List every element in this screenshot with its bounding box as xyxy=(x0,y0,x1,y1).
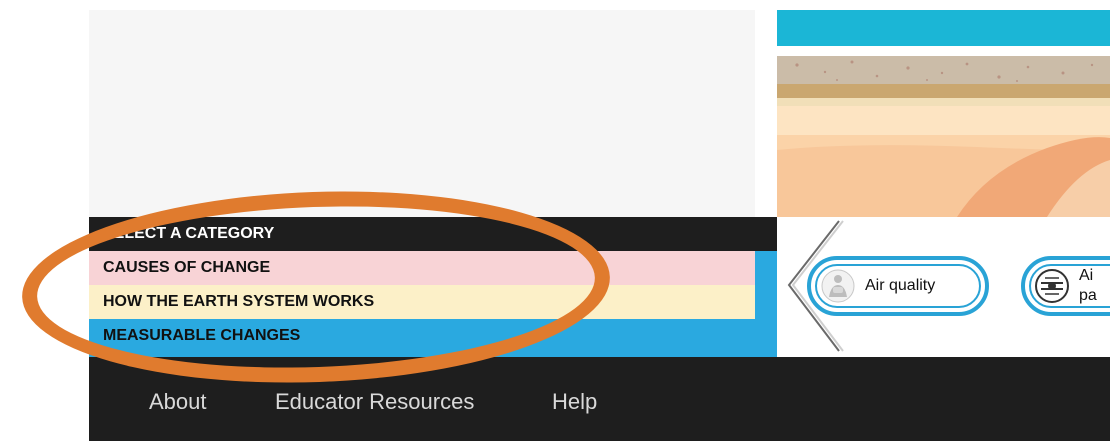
category-selector: SELECT A CATEGORY CAUSES OF CHANGE HOW T… xyxy=(89,217,777,357)
topic-label: Ai pa xyxy=(1079,267,1097,304)
topic-air-pressure[interactable]: Ai pa xyxy=(1021,256,1110,316)
earth-layers-image xyxy=(777,10,1110,217)
category-measurable-changes[interactable]: MEASURABLE CHANGES xyxy=(89,319,755,357)
category-accent-strip xyxy=(755,251,777,357)
topic-air-quality[interactable]: Air quality xyxy=(807,256,989,316)
footer-nav: About Educator Resources Help xyxy=(89,357,1110,441)
topic-carousel: Air quality Ai pa xyxy=(777,217,1110,357)
content-panel xyxy=(89,10,755,217)
category-how-earth-system-works[interactable]: HOW THE EARTH SYSTEM WORKS xyxy=(89,285,755,319)
panel-divider xyxy=(755,10,777,217)
footer-link-educator-resources[interactable]: Educator Resources xyxy=(275,389,474,415)
landscape-illustration xyxy=(777,10,1110,217)
category-causes-of-change[interactable]: CAUSES OF CHANGE xyxy=(89,251,755,285)
footer-link-help[interactable]: Help xyxy=(552,389,597,415)
air-pressure-icon xyxy=(1035,269,1069,303)
topic-label: Air quality xyxy=(865,277,936,294)
category-header: SELECT A CATEGORY xyxy=(103,225,275,242)
footer-link-about[interactable]: About xyxy=(149,389,207,415)
air-quality-icon xyxy=(821,269,855,303)
